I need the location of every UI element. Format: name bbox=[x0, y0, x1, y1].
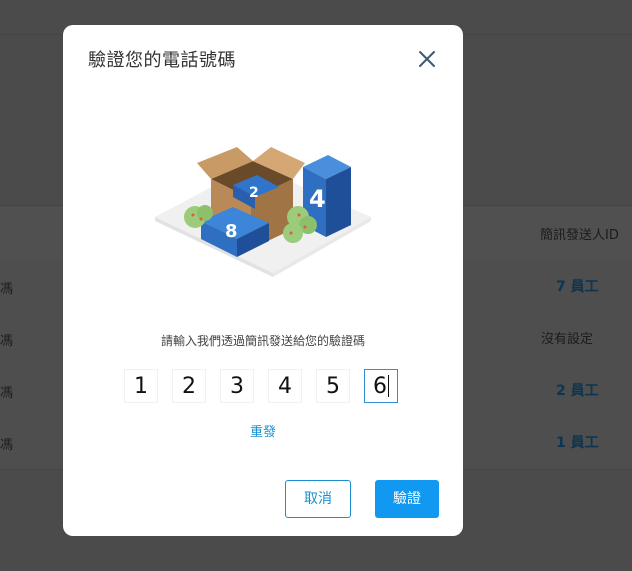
code-digit-6[interactable]: 6 bbox=[364, 369, 398, 403]
code-digit-2[interactable]: 2 bbox=[172, 369, 206, 403]
resend-link[interactable]: 重發 bbox=[63, 421, 463, 440]
close-icon bbox=[419, 51, 435, 67]
row-name-fragment: 馮 bbox=[0, 386, 14, 401]
code-digit-value: 5 bbox=[326, 374, 340, 399]
code-digit-value: 6 bbox=[373, 374, 387, 399]
row-sender-value: 沒有設定 bbox=[541, 332, 594, 347]
verify-phone-modal: 驗證您的電話號碼 4 2 8 請輸入我們透過簡訊發送給您的驗證碼 1 2 3 4… bbox=[63, 25, 463, 536]
code-digit-value: 2 bbox=[182, 374, 196, 399]
cancel-button[interactable]: 取消 bbox=[285, 480, 351, 518]
row-name-fragment: 馮 bbox=[0, 282, 14, 297]
row-sender-link[interactable]: 7 員工 bbox=[556, 276, 599, 296]
svg-text:2: 2 bbox=[249, 185, 259, 201]
verification-instruction: 請輸入我們透過簡訊發送給您的驗證碼 bbox=[160, 334, 365, 348]
code-digit-value: 3 bbox=[230, 374, 244, 399]
verification-code-input: 1 2 3 4 5 6 bbox=[124, 369, 404, 405]
code-digit-5[interactable]: 5 bbox=[316, 369, 350, 403]
boxes-numbers-illustration: 4 2 8 bbox=[155, 147, 371, 277]
code-digit-3[interactable]: 3 bbox=[220, 369, 254, 403]
code-digit-value: 1 bbox=[134, 374, 148, 399]
code-digit-4[interactable]: 4 bbox=[268, 369, 302, 403]
column-header-sender-id: 簡訊發送人ID bbox=[540, 228, 619, 243]
svg-text:8: 8 bbox=[225, 221, 238, 242]
modal-title: 驗證您的電話號碼 bbox=[88, 50, 236, 71]
verify-button[interactable]: 驗證 bbox=[375, 480, 439, 518]
svg-text:4: 4 bbox=[309, 185, 326, 213]
text-caret bbox=[388, 374, 389, 397]
code-digit-value: 4 bbox=[278, 374, 292, 399]
row-sender-link[interactable]: 1 員工 bbox=[556, 432, 599, 452]
row-sender-link[interactable]: 2 員工 bbox=[556, 380, 599, 400]
row-name-fragment: 馮 bbox=[0, 438, 14, 453]
row-name-fragment: 馮 bbox=[0, 334, 14, 349]
code-digit-1[interactable]: 1 bbox=[124, 369, 158, 403]
close-button[interactable] bbox=[415, 47, 439, 71]
